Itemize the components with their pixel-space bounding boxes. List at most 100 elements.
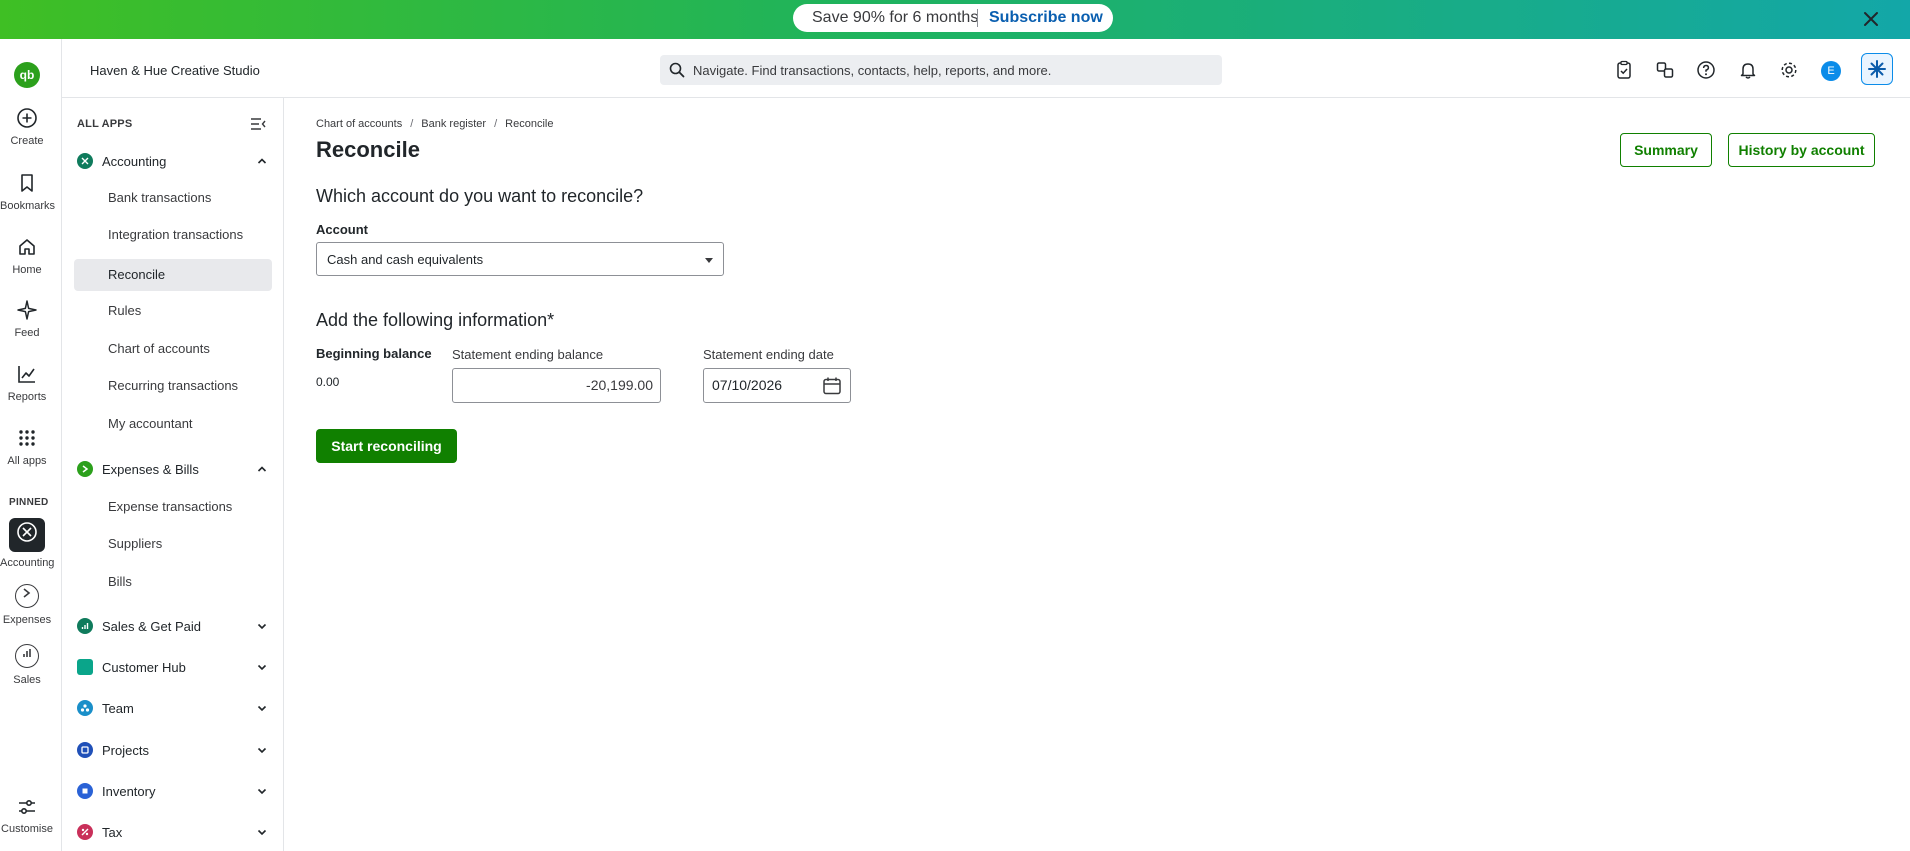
sidebar-item-bills[interactable]: Bills <box>74 566 272 598</box>
calendar-icon[interactable] <box>822 376 842 396</box>
expenses-icon <box>77 461 93 477</box>
beginning-balance-value: 0.00 <box>316 375 340 389</box>
start-reconciling-button[interactable]: Start reconciling <box>316 429 457 463</box>
sidebar-group-tax[interactable]: Tax <box>77 822 277 842</box>
rail-item-label: Home <box>12 264 42 276</box>
clipboard-check-icon[interactable] <box>1614 60 1634 80</box>
assistant-button[interactable] <box>1861 53 1893 85</box>
ending-balance-input[interactable]: -20,199.00 <box>452 368 661 403</box>
chevron-down-icon <box>257 788 267 795</box>
chevron-down-icon <box>257 623 267 630</box>
chevron-down-icon <box>257 829 267 836</box>
avatar[interactable]: E <box>1821 61 1841 81</box>
account-question-heading: Which account do you want to reconcile? <box>316 186 644 206</box>
sparkle-icon <box>17 300 37 320</box>
page-title: Reconcile <box>316 137 420 162</box>
sidebar-group-accounting[interactable]: Accounting <box>77 151 277 171</box>
account-select-value: Cash and cash equivalents <box>327 251 484 267</box>
rail-item-reports[interactable]: Reports <box>0 363 54 403</box>
rail-item-label: Feed <box>14 327 40 339</box>
rail-item-label: Create <box>10 135 44 147</box>
sidebar-item-chart-of-accounts[interactable]: Chart of accounts <box>74 333 272 365</box>
sidebar-item-suppliers[interactable]: Suppliers <box>74 528 272 560</box>
bookmark-icon <box>21 174 33 192</box>
apps-switch-icon[interactable] <box>1655 60 1675 80</box>
account-select[interactable]: Cash and cash equivalents <box>316 242 724 276</box>
rail-item-label: Bookmarks <box>0 200 56 212</box>
rail-item-home[interactable]: Home <box>0 236 54 276</box>
rail-item-feed[interactable]: Feed <box>0 299 54 339</box>
customer-hub-icon <box>77 659 93 675</box>
sidebar-group-label: Tax <box>102 824 123 840</box>
top-header: Haven & Hue Creative Studio Navigate. Fi… <box>62 39 1910 98</box>
promo-divider <box>977 9 978 27</box>
rail-pinned-sales[interactable]: Sales <box>0 644 54 686</box>
sidebar-item-reconcile[interactable]: Reconcile <box>74 259 272 291</box>
history-by-account-button[interactable]: History by account <box>1728 133 1875 167</box>
rail-item-all-apps[interactable]: All apps <box>0 427 54 467</box>
quickbooks-logo[interactable]: qb <box>14 62 40 88</box>
breadcrumb-chart-of-accounts[interactable]: Chart of accounts <box>316 118 402 130</box>
sales-icon <box>15 644 39 668</box>
breadcrumb-separator: / <box>494 118 498 130</box>
grid-icon <box>19 430 35 446</box>
sidebar-group-projects[interactable]: Projects <box>77 740 277 760</box>
sparkle-icon <box>1868 60 1886 78</box>
rail-item-customise[interactable]: Customise <box>0 797 54 835</box>
left-rail: qb Create Bookmarks Home Feed Reports Al… <box>0 39 62 851</box>
chevron-up-icon <box>257 466 267 472</box>
ending-balance-label: Statement ending balance <box>452 347 604 362</box>
promo-banner: Save 90% for 6 months Subscribe now <box>0 0 1910 39</box>
sidebar-item-expense-transactions[interactable]: Expense transactions <box>74 491 272 523</box>
sidebar-item-rules[interactable]: Rules <box>74 295 272 327</box>
sidebar-item-recurring-transactions[interactable]: Recurring transactions <box>74 370 272 402</box>
sidebar-group-inventory[interactable]: Inventory <box>77 781 277 801</box>
rail-pinned-expenses[interactable]: Expenses <box>0 584 54 626</box>
caret-down-icon <box>705 258 713 263</box>
sidebar-group-customer-hub[interactable]: Customer Hub <box>77 657 277 677</box>
rail-item-create[interactable]: Create <box>0 107 54 147</box>
sidebar-group-label: Customer Hub <box>102 659 186 675</box>
rail-pinned-accounting[interactable]: Accounting <box>0 518 54 569</box>
rail-item-bookmarks[interactable]: Bookmarks <box>0 172 56 212</box>
sidebar-group-label: Expenses & Bills <box>102 461 199 477</box>
sliders-icon <box>19 799 35 815</box>
search-input[interactable]: Navigate. Find transactions, contacts, h… <box>660 55 1222 85</box>
summary-button[interactable]: Summary <box>1620 133 1712 167</box>
team-icon <box>77 700 93 716</box>
rail-item-label: Expenses <box>2 614 52 626</box>
close-icon[interactable] <box>1858 6 1884 32</box>
chevron-down-icon <box>257 705 267 712</box>
projects-icon <box>77 742 93 758</box>
sidebar-group-expenses-bills[interactable]: Expenses & Bills <box>77 459 277 479</box>
rail-item-label: Accounting <box>0 557 55 569</box>
ending-date-value: 07/10/2026 <box>712 377 783 393</box>
info-heading: Add the following information* <box>316 310 555 330</box>
sidebar-item-bank-transactions[interactable]: Bank transactions <box>74 182 272 214</box>
promo-pill[interactable]: Save 90% for 6 months Subscribe now <box>793 4 1113 32</box>
collapse-sidebar-icon[interactable] <box>250 118 266 130</box>
breadcrumb-current: Reconcile <box>505 118 554 130</box>
gear-icon[interactable] <box>1779 60 1799 80</box>
sidebar-group-sales-get-paid[interactable]: Sales & Get Paid <box>77 616 277 636</box>
beginning-balance-label: Beginning balance <box>316 346 432 361</box>
ending-date-input[interactable]: 07/10/2026 <box>703 368 851 403</box>
breadcrumb-separator: / <box>410 118 414 130</box>
help-icon[interactable] <box>1696 60 1716 80</box>
search-icon <box>669 62 685 78</box>
breadcrumb-bank-register[interactable]: Bank register <box>421 118 486 130</box>
sidebar-item-my-accountant[interactable]: My accountant <box>74 408 272 440</box>
chevron-down-icon <box>257 747 267 754</box>
sidebar-item-integration-transactions[interactable]: Integration transactions <box>74 219 272 251</box>
all-apps-heading: ALL APPS <box>77 118 133 130</box>
bell-icon[interactable] <box>1738 60 1758 80</box>
pinned-heading: PINNED <box>9 497 49 508</box>
expenses-icon <box>15 584 39 608</box>
accounting-icon <box>9 518 45 552</box>
company-name[interactable]: Haven & Hue Creative Studio <box>90 63 260 78</box>
tax-icon <box>77 824 93 840</box>
sidebar-group-label: Team <box>102 700 134 716</box>
subscribe-now-link[interactable]: Subscribe now <box>989 9 1103 27</box>
sidebar-group-label: Accounting <box>102 153 167 169</box>
sidebar-group-team[interactable]: Team <box>77 698 277 718</box>
